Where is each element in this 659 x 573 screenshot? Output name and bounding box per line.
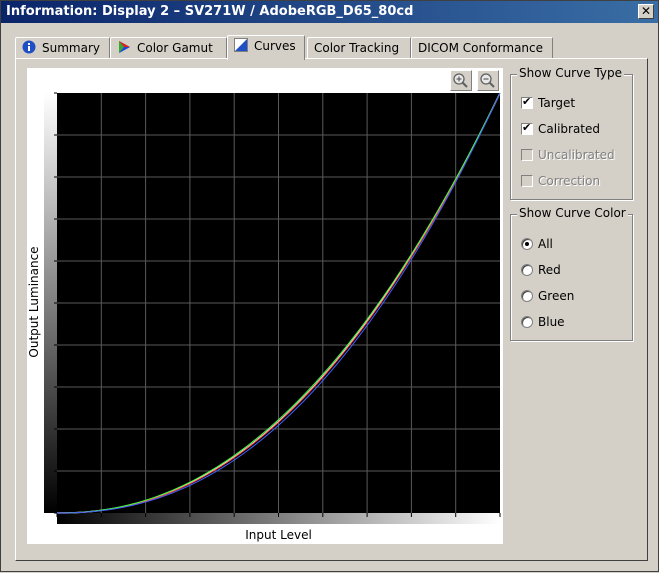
color-blue-radio[interactable]: Blue — [521, 314, 565, 330]
uncalibrated-checkbox: Uncalibrated — [521, 147, 615, 163]
color-red-label: Red — [538, 263, 561, 277]
calibrated-checkbox-box[interactable]: ✔ — [521, 121, 533, 135]
correction-label: Correction — [538, 174, 601, 188]
target-checkbox[interactable]: ✔ Target — [521, 95, 575, 111]
color-all-radio[interactable]: All — [521, 236, 553, 252]
color-blue-radio-button[interactable] — [521, 316, 533, 328]
information-window: Information: Display 2 – SV271W / AdobeR… — [0, 0, 659, 572]
correction-checkbox: Correction — [521, 173, 600, 189]
y-axis-label: Output Luminance — [27, 91, 41, 513]
color-red-radio[interactable]: Red — [521, 262, 561, 278]
color-red-radio-button[interactable] — [521, 264, 533, 276]
zoom-out-button[interactable] — [477, 70, 499, 91]
color-green-label: Green — [538, 289, 575, 303]
color-all-radio-button[interactable] — [521, 238, 533, 250]
uncalibrated-checkbox-box — [521, 149, 533, 161]
radio-selected-dot — [525, 242, 529, 246]
curve-color-group: Show Curve Color All Red Green Blue — [510, 206, 633, 341]
zoom-in-button[interactable] — [450, 70, 472, 91]
x-axis-label: Input Level — [245, 528, 312, 542]
correction-checkbox-box — [521, 175, 533, 187]
curve-type-title: Show Curve Type — [517, 66, 624, 80]
curve-color-title: Show Curve Color — [517, 206, 628, 220]
color-green-radio[interactable]: Green — [521, 288, 574, 304]
color-all-label: All — [538, 237, 553, 251]
color-blue-label: Blue — [538, 315, 565, 329]
zoom-in-icon — [453, 73, 468, 88]
check-icon: ✔ — [522, 121, 532, 134]
calibrated-label: Calibrated — [538, 122, 601, 136]
y-axis-label-text: Output Luminance — [27, 246, 41, 358]
uncalibrated-label: Uncalibrated — [538, 148, 615, 162]
target-label: Target — [538, 96, 576, 110]
zoom-out-icon — [480, 73, 495, 88]
curve-type-group: Show Curve Type ✔ Target ✔ Calibrated Unca… — [510, 66, 633, 200]
check-icon: ✔ — [522, 95, 532, 108]
calibrated-checkbox[interactable]: ✔ Calibrated — [521, 121, 600, 137]
color-green-radio-button[interactable] — [521, 290, 533, 302]
target-checkbox-box[interactable]: ✔ — [521, 95, 533, 109]
